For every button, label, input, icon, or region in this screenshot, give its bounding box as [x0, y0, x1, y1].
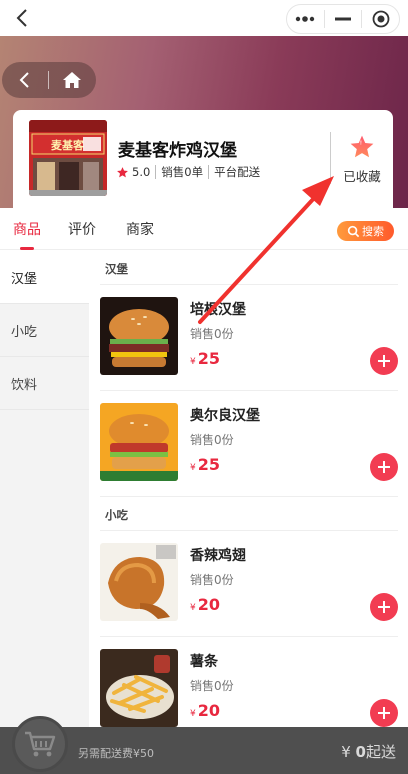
section-title-burgers: 汉堡 — [105, 262, 128, 276]
search-icon — [347, 225, 360, 237]
page-nav-pill — [2, 62, 96, 98]
active-tab-indicator — [20, 247, 34, 250]
plus-icon — [378, 461, 390, 473]
add-to-cart-button[interactable] — [370, 593, 398, 621]
shop-rating: 5.0 — [132, 165, 151, 179]
delivery-fee-text: 另需配送费¥50 — [78, 747, 154, 760]
add-to-cart-button[interactable] — [370, 699, 398, 727]
section-title-snacks: 小吃 — [105, 508, 128, 522]
category-snacks[interactable]: 小吃 — [0, 304, 89, 357]
top-navigation-bar — [0, 0, 408, 36]
plus-icon — [378, 707, 390, 719]
favorite-star-icon — [350, 135, 374, 158]
search-button[interactable]: 搜索 — [337, 221, 394, 241]
product-item[interactable]: 薯条 销售0份 ¥20 — [100, 649, 398, 727]
more-options-button[interactable] — [287, 5, 324, 33]
shopping-cart-icon — [25, 731, 56, 757]
add-to-cart-button[interactable] — [370, 347, 398, 375]
product-sales: 销售0份 — [190, 327, 234, 341]
minimum-order-text: ¥ 0起送 — [341, 743, 396, 761]
product-item[interactable]: 香辣鸡翅 销售0份 ¥20 — [100, 543, 398, 623]
product-image-french-fries — [100, 649, 178, 727]
meta-divider — [208, 165, 210, 179]
section-divider — [100, 530, 398, 531]
favorite-label: 已收藏 — [343, 169, 381, 184]
shop-name: 麦基客炸鸡汉堡 — [118, 141, 237, 161]
product-sales: 销售0份 — [190, 433, 234, 447]
category-burgers[interactable]: 汉堡 — [0, 251, 89, 304]
cart-button[interactable] — [12, 716, 68, 772]
product-name: 香辣鸡翅 — [190, 548, 246, 564]
search-label: 搜索 — [362, 225, 384, 238]
shop-delivery-mode: 平台配送 — [214, 165, 261, 179]
minus-icon — [335, 17, 351, 21]
item-divider — [100, 390, 398, 391]
back-arrow-icon — [19, 72, 29, 88]
item-divider — [100, 636, 398, 637]
plus-icon — [378, 601, 390, 613]
minimize-button[interactable] — [325, 5, 362, 33]
favorite-divider — [330, 132, 331, 184]
product-name: 奥尔良汉堡 — [190, 408, 260, 424]
shop-storefront-photo: 麦基客 — [29, 120, 107, 196]
tab-goods[interactable]: 商品 — [13, 219, 41, 239]
product-image-orleans-burger — [100, 403, 178, 481]
favorite-button[interactable]: 已收藏 — [335, 134, 389, 185]
more-dots-icon — [296, 16, 315, 22]
storefront-sign-text: 麦基客 — [51, 138, 85, 152]
category-sidebar: 汉堡 小吃 饮料 — [0, 251, 89, 727]
product-sales: 销售0份 — [190, 573, 234, 587]
back-chevron-icon[interactable] — [12, 7, 34, 29]
product-name: 薯条 — [190, 654, 218, 670]
product-item[interactable]: 奥尔良汉堡 销售0份 ¥25 — [100, 403, 398, 483]
shop-info-card: 麦基客 麦基客炸鸡汉堡 5.0 销售0单 平台配送 已收藏 — [13, 110, 393, 208]
plus-icon — [378, 355, 390, 367]
tab-merchant[interactable]: 商家 — [126, 219, 154, 239]
product-price: ¥20 — [190, 701, 220, 720]
product-price: ¥25 — [190, 349, 220, 368]
rating-star-icon — [117, 166, 128, 177]
shop-sales: 销售0单 — [161, 165, 204, 179]
tab-reviews[interactable]: 评价 — [68, 219, 96, 239]
product-name: 培根汉堡 — [190, 302, 246, 318]
product-list: 汉堡 培根汉堡 销售0份 ¥25 奥尔良汉堡 销售0份 ¥ 25 小吃 香辣鸡翅… — [89, 251, 408, 727]
product-price: ¥20 — [190, 595, 220, 614]
product-price: ¥25 — [190, 455, 220, 474]
home-icon — [63, 72, 81, 88]
home-button[interactable] — [49, 62, 95, 98]
category-drinks[interactable]: 饮料 — [0, 357, 89, 410]
section-divider — [100, 284, 398, 285]
target-circle-icon — [372, 10, 390, 28]
product-sales: 销售0份 — [190, 679, 234, 693]
shop-meta-row: 5.0 销售0单 平台配送 — [116, 164, 260, 180]
meta-divider — [155, 165, 157, 179]
product-item[interactable]: 培根汉堡 销售0份 ¥25 — [100, 297, 398, 377]
close-miniprogram-button[interactable] — [362, 5, 399, 33]
add-to-cart-button[interactable] — [370, 453, 398, 481]
item-divider — [100, 496, 398, 497]
mini-program-capsule — [286, 4, 400, 34]
back-button[interactable] — [2, 62, 48, 98]
product-image-spicy-wings — [100, 543, 178, 621]
product-image-bacon-burger — [100, 297, 178, 375]
